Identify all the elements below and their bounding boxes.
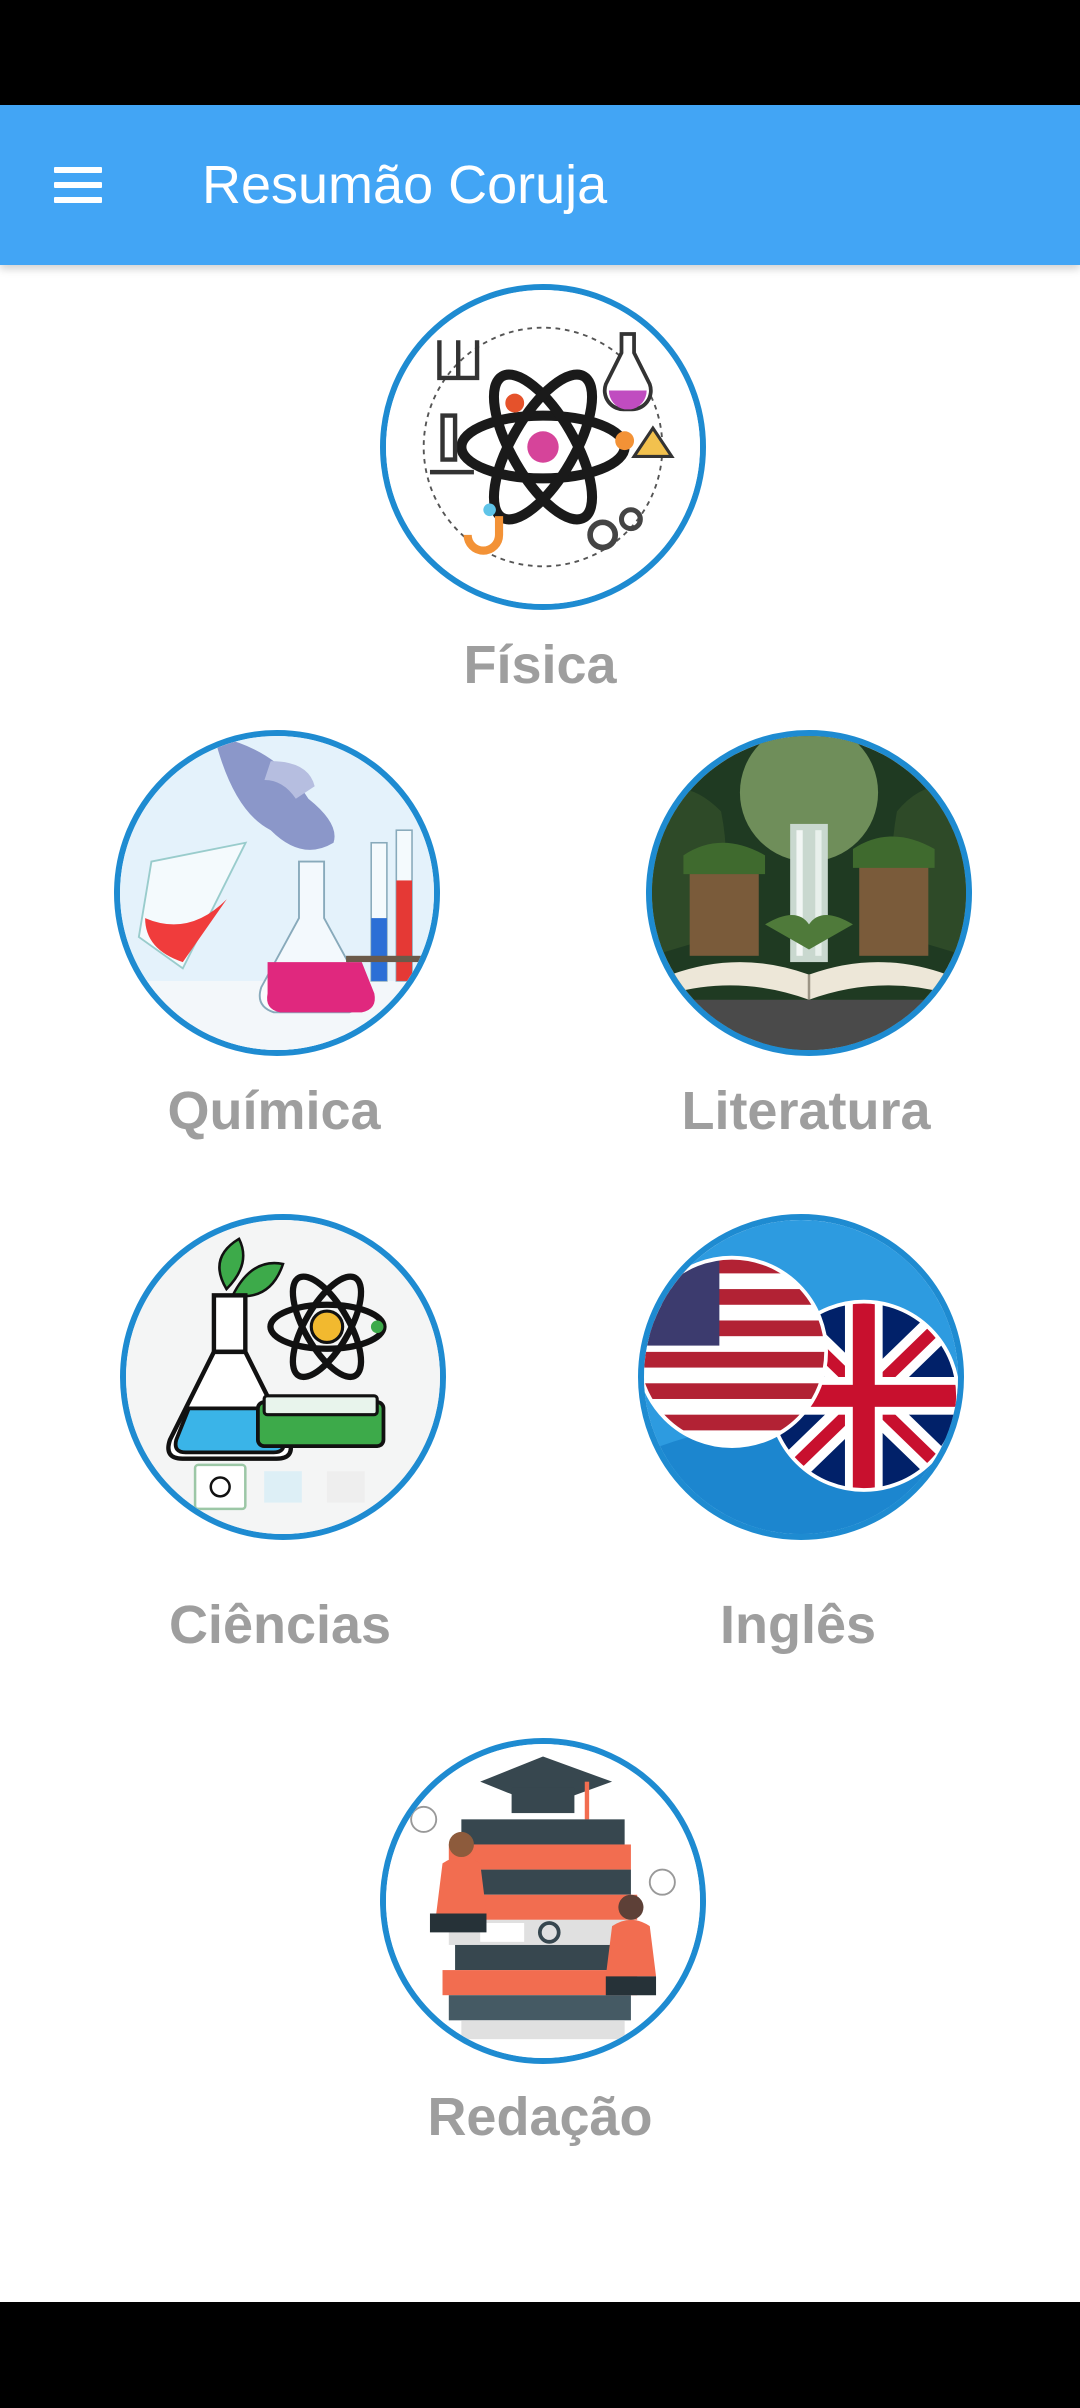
subject-label: Física (463, 635, 617, 695)
open-book-waterfall-image (646, 730, 972, 1056)
subject-ciencias[interactable]: Ciências (120, 1214, 446, 1655)
atom-science-icon (380, 284, 706, 610)
subject-label: Inglês (719, 1595, 877, 1655)
status-bar (0, 0, 1080, 105)
subject-quimica[interactable]: Química (114, 730, 440, 1141)
subject-label: Ciências (168, 1595, 392, 1655)
subject-redacao[interactable]: Redação (380, 1738, 706, 2147)
subject-fisica[interactable]: Física (380, 284, 706, 695)
books-graduation-icon (380, 1738, 706, 2064)
usa-uk-flags-icon (638, 1214, 964, 1540)
subject-ingles[interactable]: Inglês (638, 1214, 964, 1655)
chemistry-flasks-image (114, 730, 440, 1056)
app-title: Resumão Coruja (202, 155, 608, 215)
navigation-bar (0, 2302, 1080, 2408)
subject-label: Química (167, 1081, 381, 1141)
app-bar: Resumão Coruja (0, 105, 1080, 265)
subject-literatura[interactable]: Literatura (646, 730, 972, 1141)
hamburger-menu-icon[interactable] (38, 145, 118, 225)
science-lab-icon (120, 1214, 446, 1540)
subject-label: Literatura (681, 1081, 931, 1141)
subject-label: Redação (427, 2087, 653, 2147)
